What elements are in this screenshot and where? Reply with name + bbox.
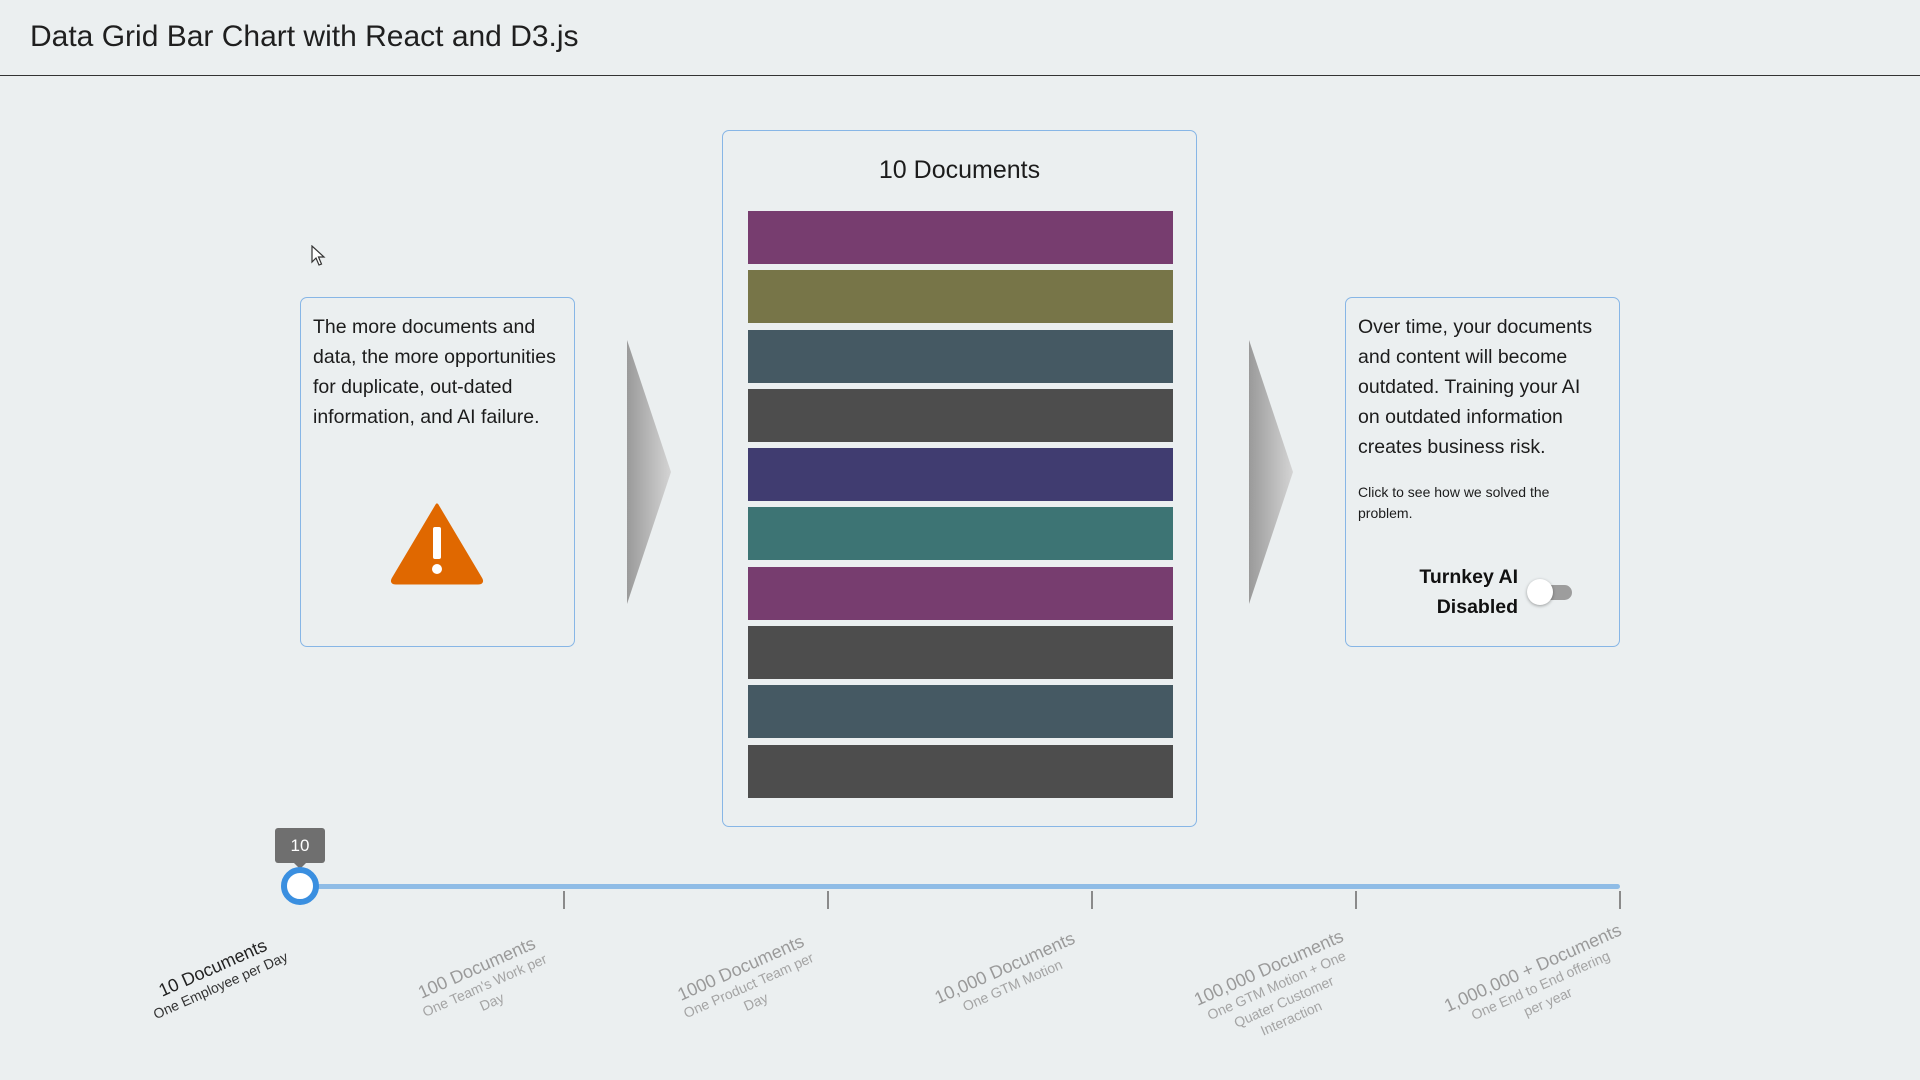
document-bar [748, 388, 1173, 442]
document-bar [748, 566, 1173, 620]
arrow-right-icon [627, 340, 671, 604]
slider-value-tooltip: 10 [275, 828, 325, 869]
slider-tick [1091, 891, 1093, 909]
slider-tick-label[interactable]: 10 Documents One Employee per Day [117, 918, 315, 1034]
slider-tick-label[interactable]: 1,000,000 + Documents One End to End offe… [1437, 918, 1642, 1051]
warning-icon [390, 503, 484, 585]
slider-tick [1619, 891, 1621, 909]
document-bar [748, 211, 1173, 264]
slider-tick [563, 891, 565, 909]
document-bar [748, 270, 1173, 324]
document-bar [748, 685, 1173, 739]
slider-track[interactable] [300, 884, 1620, 889]
documents-grid-card: 10 Documents [722, 130, 1197, 827]
app-header: Data Grid Bar Chart with React and D3.js [0, 0, 1920, 76]
document-bar [748, 744, 1173, 798]
page-title: Data Grid Bar Chart with React and D3.js [30, 20, 579, 53]
slider-tick-label[interactable]: 10,000 Documents One GTM Motion [909, 918, 1107, 1034]
info-card-left: The more documents and data, the more op… [300, 297, 575, 647]
document-bar [748, 329, 1173, 383]
info-card-right[interactable]: Over time, your documents and content wi… [1345, 297, 1620, 647]
document-bar [748, 448, 1173, 502]
document-bars [748, 211, 1173, 804]
documents-count-title: 10 Documents [878, 156, 1041, 184]
turnkey-toggle-row: Turnkey AI Disabled [1346, 562, 1621, 622]
slider-tick-label[interactable]: 100,000 Documents One GTM Motion + One Qu… [1173, 918, 1386, 1067]
info-text-left: The more documents and data, the more op… [313, 316, 556, 428]
info-text-right: Over time, your documents and content wi… [1358, 316, 1593, 458]
turnkey-ai-toggle[interactable] [1527, 578, 1573, 606]
slider-tick-label[interactable]: 1000 Documents One Product Team per Day [645, 918, 850, 1051]
slider-thumb[interactable] [281, 867, 319, 905]
toggle-knob[interactable] [1527, 579, 1553, 605]
document-bar [748, 507, 1173, 561]
slider-tick-label[interactable]: 100 Documents One Team's Work per Day [381, 918, 586, 1051]
solution-hint[interactable]: Click to see how we solved the problem. [1358, 482, 1607, 524]
slider-tick [1355, 891, 1357, 909]
document-bar [748, 626, 1173, 680]
arrow-right-icon [1249, 340, 1293, 604]
mouse-pointer-icon [311, 245, 326, 266]
toggle-label: Turnkey AI Disabled [1419, 566, 1518, 618]
slider-tick [827, 891, 829, 909]
